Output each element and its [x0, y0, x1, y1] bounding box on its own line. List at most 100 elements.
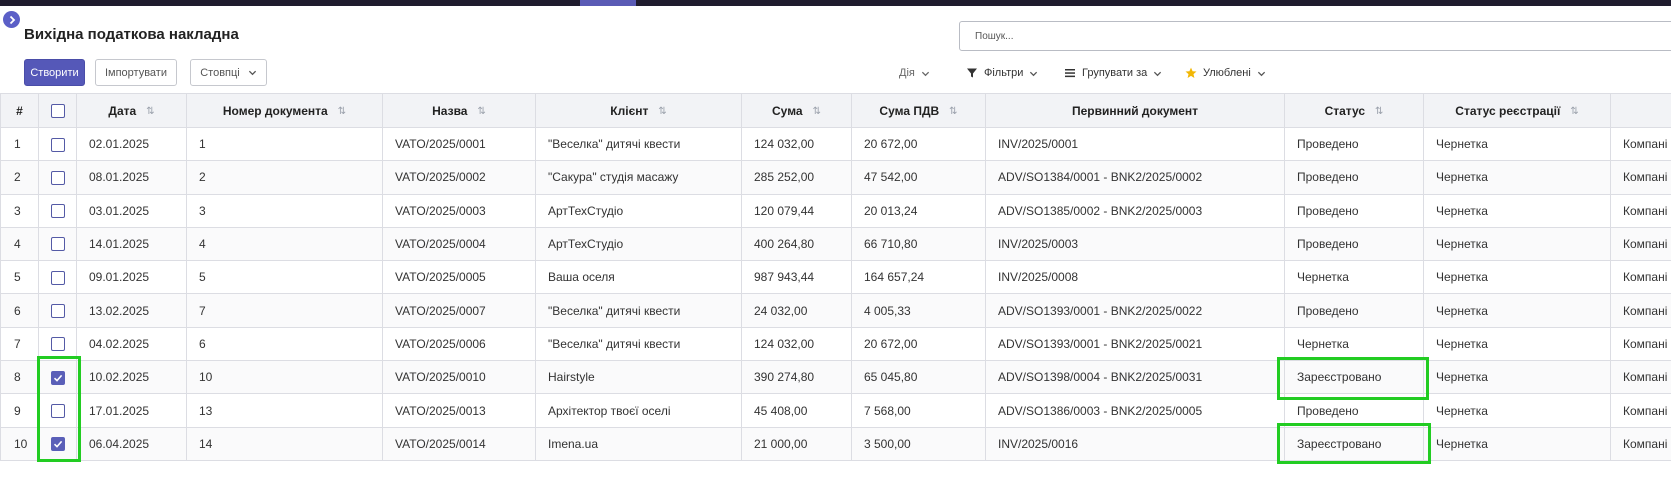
row-index: 2 — [0, 160, 39, 195]
cell-vat: 20 672,00 — [851, 126, 986, 162]
filters-dropdown[interactable]: Фільтри — [966, 64, 1038, 82]
star-icon — [1185, 67, 1197, 78]
page-title: Вихідна податкова накладна — [24, 26, 239, 43]
cell-status: Проведено — [1284, 126, 1424, 162]
cell-company: Компані — [1610, 293, 1671, 328]
cell-date: 13.02.2025 — [76, 293, 187, 328]
table-row[interactable]: 7 04.02.2025 6 VATO/2025/0006 "Веселка" дитя… — [0, 326, 1671, 362]
cell-primary-doc: ADV/SO1386/0003 - BNK2/2025/0005 — [985, 393, 1285, 428]
cell-name: VATO/2025/0003 — [382, 193, 536, 228]
cell-select[interactable] — [38, 260, 77, 295]
header-vat[interactable]: Сума ПДВ ⇅ — [851, 93, 986, 128]
cell-name: VATO/2025/0001 — [382, 126, 536, 162]
cell-select[interactable] — [38, 360, 77, 395]
row-checkbox[interactable] — [50, 337, 65, 352]
table-row[interactable]: 9 17.01.2025 13 VATO/2025/0013 Архітектор тв… — [0, 393, 1671, 428]
cell-name: VATO/2025/0007 — [382, 293, 536, 328]
cell-primary-doc: ADV/SO1393/0001 - BNK2/2025/0021 — [985, 326, 1285, 362]
favorites-dropdown[interactable]: Улюблені — [1185, 64, 1266, 82]
cell-status: Проведено — [1284, 393, 1424, 428]
cell-primary-doc: ADV/SO1384/0001 - BNK2/2025/0002 — [985, 160, 1285, 195]
columns-button[interactable]: Стовпці — [190, 59, 267, 86]
cell-reg-status: Чернетка — [1423, 426, 1611, 461]
header-status[interactable]: Статус ⇅ — [1284, 93, 1424, 128]
header-client[interactable]: Клієнт ⇅ — [535, 93, 742, 128]
group-by-dropdown[interactable]: Групувати за — [1064, 64, 1162, 82]
table-row[interactable]: 4 14.01.2025 4 VATO/2025/0004 АртТехСтудіо 40… — [0, 226, 1671, 262]
table-row[interactable]: 6 13.02.2025 7 VATO/2025/0007 "Веселка" дитя… — [0, 293, 1671, 328]
row-checkbox[interactable] — [50, 137, 65, 152]
cell-vat: 65 045,80 — [851, 360, 986, 395]
cell-primary-doc: INV/2025/0016 — [985, 426, 1285, 461]
filters-label: Фільтри — [984, 67, 1024, 79]
sort-icon: ⇅ — [949, 105, 958, 117]
cell-select[interactable] — [38, 326, 77, 362]
cell-select[interactable] — [38, 393, 77, 428]
row-index: 1 — [0, 126, 39, 162]
cell-reg-status: Чернетка — [1423, 360, 1611, 395]
chevron-down-icon — [1154, 71, 1162, 76]
cell-date: 08.01.2025 — [76, 160, 187, 195]
create-button[interactable]: Створити — [24, 59, 85, 86]
search-input[interactable] — [960, 22, 1671, 50]
table-row[interactable]: 1 02.01.2025 1 VATO/2025/0001 "Веселка" дитя… — [0, 126, 1671, 162]
row-checkbox[interactable] — [50, 370, 65, 385]
row-checkbox[interactable] — [50, 204, 65, 219]
cell-primary-doc: ADV/SO1398/0004 - BNK2/2025/0031 — [985, 360, 1285, 395]
header-doc-number[interactable]: Номер документа ⇅ — [186, 93, 383, 128]
table-row[interactable]: 5 09.01.2025 5 VATO/2025/0005 Ваша оселя 987 … — [0, 260, 1671, 295]
action-label: Дія — [899, 67, 915, 79]
cell-select[interactable] — [38, 126, 77, 162]
header-status-label: Статус — [1324, 103, 1366, 118]
sort-icon: ⇅ — [477, 105, 486, 117]
cell-select[interactable] — [38, 293, 77, 328]
list-icon — [1065, 69, 1075, 78]
cell-select[interactable] — [38, 193, 77, 228]
table-row[interactable]: 2 08.01.2025 2 VATO/2025/0002 "Сакура" студі… — [0, 160, 1671, 195]
header-date[interactable]: Дата ⇅ — [76, 93, 187, 128]
cell-date: 02.01.2025 — [76, 126, 187, 162]
import-button[interactable]: Імпортувати — [95, 59, 177, 86]
cell-status: Зареєстровано — [1284, 360, 1424, 395]
row-checkbox[interactable] — [50, 403, 65, 418]
header-amount[interactable]: Сума ⇅ — [741, 93, 852, 128]
header-name-label: Назва — [432, 103, 468, 118]
row-checkbox[interactable] — [50, 270, 65, 285]
cell-doc-number: 4 — [186, 226, 383, 262]
header-primary-doc[interactable]: Первинний документ — [985, 93, 1285, 128]
select-all-checkbox[interactable] — [50, 103, 65, 118]
cell-amount: 285 252,00 — [741, 160, 852, 195]
cell-client: Hairstyle — [535, 360, 742, 395]
sort-icon: ⇅ — [812, 105, 821, 117]
search-box[interactable] — [959, 21, 1671, 51]
action-dropdown[interactable]: Дія — [899, 64, 930, 82]
row-index: 3 — [0, 193, 39, 228]
sidebar-toggle-button[interactable] — [3, 11, 20, 28]
cell-company: Компані — [1610, 326, 1671, 362]
sort-icon: ⇅ — [658, 105, 667, 117]
chevron-down-icon — [1257, 71, 1265, 76]
row-checkbox[interactable] — [50, 237, 65, 252]
header-name[interactable]: Назва ⇅ — [382, 93, 536, 128]
cell-status: Зареєстровано — [1284, 426, 1424, 461]
cell-company: Компані — [1610, 393, 1671, 428]
table-row[interactable]: 3 03.01.2025 3 VATO/2025/0003 АртТехСтудіо 12… — [0, 193, 1671, 228]
table-row[interactable]: 10 06.04.2025 14 VATO/2025/0014 Imena.ua 21 0… — [0, 426, 1671, 461]
header-vat-label: Сума ПДВ — [879, 103, 940, 118]
header-reg-status[interactable]: Статус реєстрації ⇅ — [1423, 93, 1611, 128]
cell-client: Imena.ua — [535, 426, 742, 461]
active-menu-indicator — [580, 0, 636, 6]
cell-client: Ваша оселя — [535, 260, 742, 295]
header-select-all[interactable] — [38, 93, 77, 128]
cell-select[interactable] — [38, 426, 77, 461]
row-checkbox[interactable] — [50, 170, 65, 185]
row-checkbox[interactable] — [50, 437, 65, 452]
cell-name: VATO/2025/0006 — [382, 326, 536, 362]
table-row[interactable]: 8 10.02.2025 10 VATO/2025/0010 Hairstyle 390 … — [0, 360, 1671, 395]
cell-select[interactable] — [38, 226, 77, 262]
row-checkbox[interactable] — [50, 304, 65, 319]
cell-doc-number: 3 — [186, 193, 383, 228]
sort-icon: ⇅ — [337, 105, 347, 117]
cell-date: 10.02.2025 — [76, 360, 187, 395]
cell-select[interactable] — [38, 160, 77, 195]
